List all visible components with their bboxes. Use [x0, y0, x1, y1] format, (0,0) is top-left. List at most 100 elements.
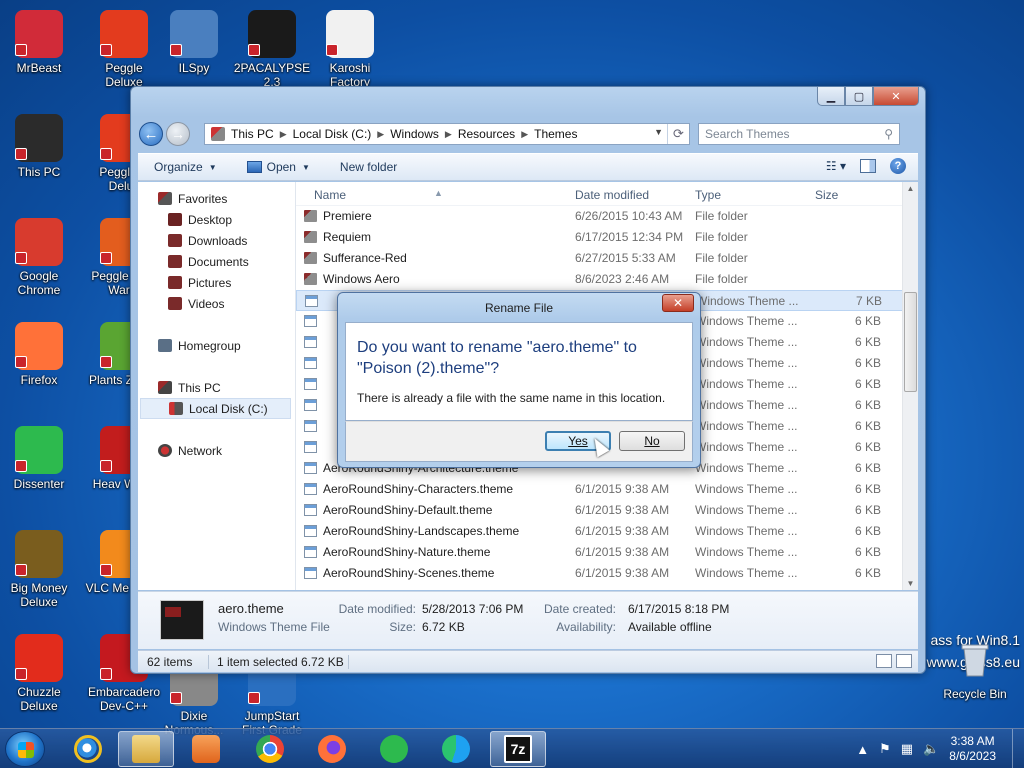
- nav-this-pc[interactable]: This PC: [138, 377, 295, 398]
- close-icon: ✕: [891, 90, 901, 103]
- forward-button[interactable]: →: [166, 122, 190, 146]
- breadcrumb-item[interactable]: Themes: [534, 127, 577, 141]
- scroll-down-icon[interactable]: ▼: [903, 579, 918, 588]
- refresh-button[interactable]: ⟳: [667, 124, 689, 144]
- breadcrumb-item[interactable]: Resources: [458, 127, 515, 141]
- cell-date: 6/1/2015 9:38 AM: [575, 482, 670, 496]
- vertical-scrollbar[interactable]: ▲ ▼: [902, 182, 918, 590]
- scroll-up-icon[interactable]: ▲: [903, 184, 918, 193]
- recycle-bin-label: Recycle Bin: [943, 687, 1007, 701]
- breadcrumb-item[interactable]: Windows: [390, 127, 439, 141]
- volume-icon[interactable]: 🔈: [923, 741, 939, 757]
- organize-button[interactable]: Organize ▼: [154, 160, 217, 174]
- nav-favorites[interactable]: Favorites: [138, 188, 295, 209]
- new-folder-label: New folder: [339, 160, 398, 174]
- flag-icon[interactable]: ⚑: [879, 741, 891, 757]
- nav-documents[interactable]: Documents: [138, 251, 295, 272]
- nav-pictures[interactable]: Pictures: [138, 272, 295, 293]
- shortcut-badge-icon: [15, 148, 27, 160]
- table-row[interactable]: Requiem 6/17/2015 12:34 PM File folder: [296, 227, 918, 248]
- nav-local-disk[interactable]: Local Disk (C:): [140, 398, 291, 419]
- column-name[interactable]: Name: [314, 188, 346, 202]
- table-row[interactable]: AeroRoundShiny-Default.theme 6/1/2015 9:3…: [296, 500, 918, 521]
- large-icons-view-icon[interactable]: [896, 654, 912, 668]
- back-button[interactable]: ←: [139, 122, 163, 146]
- table-row[interactable]: AeroRoundShiny-Landscapes.theme 6/1/2015 …: [296, 521, 918, 542]
- taskbar-chrome[interactable]: [242, 731, 298, 767]
- theme-file-icon: [304, 525, 317, 537]
- start-button[interactable]: [5, 731, 45, 767]
- folder-icon: [132, 735, 160, 763]
- navigation-row: ← → This PC ▶ Local Disk (C:) ▶ Windows ▶ Reso…: [139, 121, 917, 147]
- column-size[interactable]: Size: [815, 188, 838, 202]
- breadcrumb-separator-icon[interactable]: ▶: [521, 129, 528, 140]
- column-type[interactable]: Type: [695, 188, 721, 202]
- cell-type: Windows Theme ...: [695, 482, 798, 496]
- help-icon[interactable]: ?: [890, 158, 906, 174]
- desktop-icon-item[interactable]: Google Chrome: [0, 218, 78, 297]
- desktop-icon-item[interactable]: Firefox: [0, 322, 78, 387]
- address-bar[interactable]: This PC ▶ Local Disk (C:) ▶ Windows ▶ Resource…: [204, 123, 690, 145]
- search-input[interactable]: Search Themes: [705, 127, 790, 141]
- scroll-thumb[interactable]: [904, 292, 917, 392]
- view-options-icon[interactable]: ☷ ▾: [826, 159, 846, 173]
- taskbar-dissenter[interactable]: [366, 731, 422, 767]
- cell-type: Windows Theme ...: [695, 545, 798, 559]
- table-row[interactable]: Sufferance-Red 6/27/2015 5:33 AM File fold…: [296, 248, 918, 269]
- desktop-icon-item[interactable]: This PC: [0, 114, 78, 179]
- network-tray-icon[interactable]: ▦: [901, 741, 913, 757]
- desktop-icon-item[interactable]: Big Money Deluxe: [0, 530, 78, 609]
- table-row[interactable]: Windows Aero 8/6/2023 2:46 AM File folder: [296, 269, 918, 290]
- app-icon: [15, 114, 63, 162]
- drive-icon: [169, 402, 183, 415]
- desktop-icon-item[interactable]: Dissenter: [0, 426, 78, 491]
- column-date-modified[interactable]: Date modified: [575, 188, 649, 202]
- desktop-icon-item[interactable]: 2PACALYPSE 2.3: [233, 10, 311, 89]
- breadcrumb-item[interactable]: This PC: [231, 127, 274, 141]
- nav-downloads[interactable]: Downloads: [138, 230, 295, 251]
- search-box[interactable]: Search Themes ⚲: [698, 123, 900, 145]
- dialog-close-button[interactable]: ✕: [662, 294, 694, 312]
- theme-file-icon: [304, 399, 317, 411]
- details-view-icon[interactable]: [876, 654, 892, 668]
- breadcrumb-separator-icon[interactable]: ▶: [280, 129, 287, 140]
- nav-videos[interactable]: Videos: [138, 293, 295, 314]
- breadcrumb-separator-icon[interactable]: ▶: [377, 129, 384, 140]
- taskbar-file-explorer[interactable]: [118, 731, 174, 767]
- taskbar-media-player[interactable]: [178, 731, 234, 767]
- cell-size: 6 KB: [854, 335, 881, 349]
- nav-desktop[interactable]: Desktop: [138, 209, 295, 230]
- new-folder-button[interactable]: New folder: [340, 160, 397, 174]
- show-desktop-button[interactable]: [1012, 729, 1024, 768]
- no-button[interactable]: No: [619, 431, 685, 451]
- minimize-button[interactable]: ▁: [817, 87, 845, 106]
- nav-homegroup[interactable]: Homegroup: [138, 335, 295, 356]
- breadcrumb-item[interactable]: Local Disk (C:): [293, 127, 372, 141]
- open-button[interactable]: Open ▼: [246, 160, 310, 174]
- desktop-icon-item[interactable]: MrBeast: [0, 10, 78, 75]
- table-row[interactable]: AeroRoundShiny-Characters.theme 6/1/2015 …: [296, 479, 918, 500]
- table-row[interactable]: AeroRoundShiny-Nature.theme 6/1/2015 9:38…: [296, 542, 918, 563]
- close-button[interactable]: ✕: [873, 87, 919, 106]
- maximize-button[interactable]: ▢: [845, 87, 873, 106]
- folder-icon: [304, 210, 317, 222]
- table-row[interactable]: AeroRoundShiny-Scenes.theme 6/1/2015 9:38…: [296, 563, 918, 584]
- breadcrumb-separator-icon[interactable]: ▶: [445, 129, 452, 140]
- desktop-icon-item[interactable]: Chuzzle Deluxe: [0, 634, 78, 713]
- clock[interactable]: 3:38 AM 8/6/2023: [949, 734, 996, 764]
- desktop-icon-item[interactable]: Karoshi Factory: [311, 10, 389, 89]
- desktop-icon-item[interactable]: Peggle Deluxe: [85, 10, 163, 89]
- taskbar-edge[interactable]: [428, 731, 484, 767]
- taskbar-7zip[interactable]: 7z: [490, 731, 546, 767]
- taskbar-firefox[interactable]: [304, 731, 360, 767]
- desktop-icon-label: Google Chrome: [17, 269, 61, 297]
- nav-network[interactable]: Network: [138, 440, 295, 461]
- details-filename: aero.theme: [218, 601, 284, 616]
- desktop-icon-recycle-bin[interactable]: Recycle Bin: [936, 636, 1014, 701]
- preview-pane-icon[interactable]: [860, 159, 876, 173]
- show-hidden-icons-icon[interactable]: ▲: [856, 742, 869, 757]
- table-row[interactable]: Premiere 6/26/2015 10:43 AM File folder: [296, 206, 918, 227]
- address-dropdown-icon[interactable]: ▼: [654, 127, 663, 137]
- desktop-icon-item[interactable]: ILSpy: [155, 10, 233, 75]
- taskbar-internet-explorer[interactable]: [60, 731, 116, 767]
